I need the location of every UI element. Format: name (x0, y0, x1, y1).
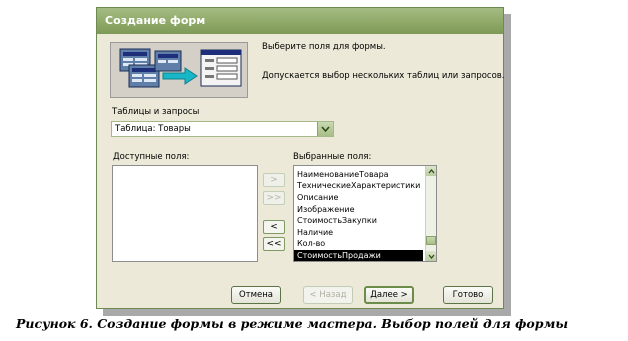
tables-to-form-icon (119, 48, 242, 88)
scrollbar-thumb[interactable] (426, 236, 436, 245)
wizard-illustration (110, 42, 248, 98)
remove-all-fields-button[interactable]: << (263, 237, 285, 251)
list-item[interactable]: Кол-во (297, 238, 325, 249)
scroll-up-icon[interactable] (426, 166, 436, 176)
list-item-selected[interactable]: СтоимостьПродажи (294, 250, 423, 261)
form-wizard-dialog: Создание форм Выберите поля для формы. Д… (96, 7, 505, 310)
figure-caption: Рисунок 6. Создание формы в режиме масте… (16, 316, 569, 331)
finish-button[interactable]: Готово (443, 286, 493, 304)
title-bar[interactable]: Создание форм (97, 8, 503, 34)
cancel-button[interactable]: Отмена (231, 286, 281, 304)
tables-queries-label: Таблицы и запросы (112, 107, 200, 117)
selected-fields-label: Выбранные поля: (293, 152, 372, 162)
window-title: Создание форм (105, 14, 206, 27)
available-fields-label: Доступные поля: (113, 152, 190, 162)
vertical-scrollbar[interactable] (425, 166, 436, 261)
dialog-client: Выберите поля для формы. Допускается выб… (97, 34, 505, 310)
list-item[interactable]: СтоимостьЗакупки (297, 215, 377, 226)
list-item[interactable]: ТехническиеХарактеристики (297, 180, 420, 191)
back-button[interactable]: < Назад (303, 286, 353, 304)
chevron-down-icon[interactable] (317, 122, 333, 136)
tables-queries-value: Таблица: Товары (115, 124, 191, 134)
add-field-button[interactable]: > (263, 173, 285, 187)
list-item[interactable]: НаименованиеТовара (297, 169, 389, 180)
next-button[interactable]: Далее > (364, 286, 414, 304)
list-item[interactable]: Наличие (297, 227, 333, 238)
remove-field-button[interactable]: < (263, 220, 285, 234)
available-fields-list[interactable] (112, 165, 258, 262)
add-all-fields-button[interactable]: >> (263, 191, 285, 205)
instruction-text: Выберите поля для формы. (262, 42, 386, 52)
tables-queries-select[interactable]: Таблица: Товары (111, 121, 334, 137)
list-item[interactable]: Изображение (297, 204, 355, 215)
scroll-down-icon[interactable] (426, 251, 436, 261)
selected-fields-list[interactable]: НаименованиеТовара ТехническиеХарактерис… (293, 165, 437, 262)
list-item[interactable]: Описание (297, 192, 338, 203)
instruction-note: Допускается выбор нескольких таблиц или … (262, 71, 505, 81)
